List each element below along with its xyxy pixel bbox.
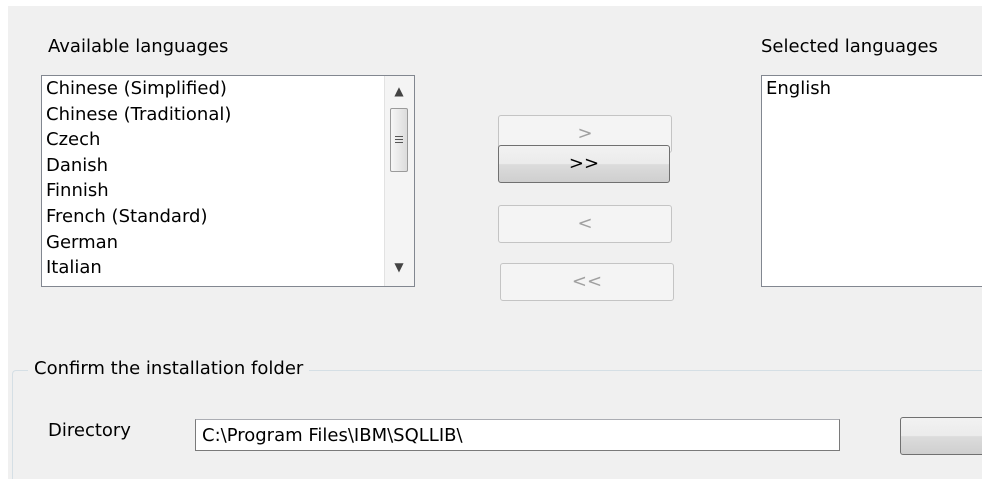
directory-input[interactable] [195,419,840,451]
list-item[interactable]: Italian [42,255,414,281]
thumb-grip-icon [395,142,403,143]
list-item[interactable]: Chinese (Traditional) [42,102,414,128]
remove-button[interactable]: < [498,205,672,243]
list-item[interactable]: French (Standard) [42,204,414,230]
list-item[interactable]: English [762,76,982,102]
scroll-thumb[interactable] [390,108,408,172]
list-item[interactable]: Czech [42,127,414,153]
available-languages-label: Available languages [48,36,229,57]
browse-button[interactable] [900,417,982,455]
list-item[interactable]: Chinese (Simplified) [42,76,414,102]
selected-languages-list[interactable]: English [761,75,982,287]
list-item[interactable]: Finnish [42,178,414,204]
scroll-down-arrow-icon[interactable]: ▼ [385,260,413,274]
list-item[interactable]: Danish [42,153,414,179]
available-languages-list[interactable]: Chinese (Simplified) Chinese (Traditiona… [41,75,415,287]
add-all-button[interactable]: >> [498,145,670,183]
thumb-grip-icon [395,139,403,140]
installation-folder-legend: Confirm the installation folder [28,358,310,379]
remove-all-button[interactable]: << [500,263,674,301]
scroll-up-arrow-icon[interactable]: ▲ [385,84,413,98]
selected-languages-label: Selected languages [761,36,938,57]
directory-label: Directory [48,420,131,441]
vertical-scrollbar[interactable]: ▲ ▼ [384,76,414,286]
thumb-grip-icon [395,136,403,137]
list-item[interactable]: German [42,230,414,256]
